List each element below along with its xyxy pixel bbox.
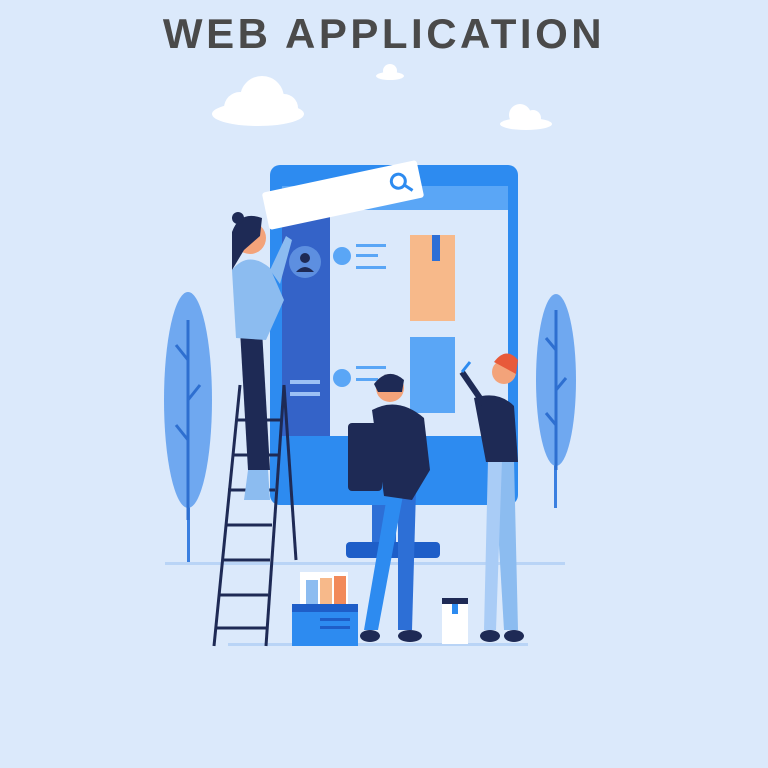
ground-line	[228, 643, 528, 646]
cloud-icon	[500, 104, 552, 130]
paint-bucket-icon	[442, 598, 468, 644]
web-application-illustration	[164, 64, 576, 647]
image-box	[292, 572, 358, 646]
tree-icon	[536, 294, 576, 508]
cloud-icon	[212, 76, 304, 126]
page: WEB APPLICATION	[0, 0, 768, 768]
cloud-icon	[376, 64, 404, 80]
tree-icon	[164, 292, 212, 562]
